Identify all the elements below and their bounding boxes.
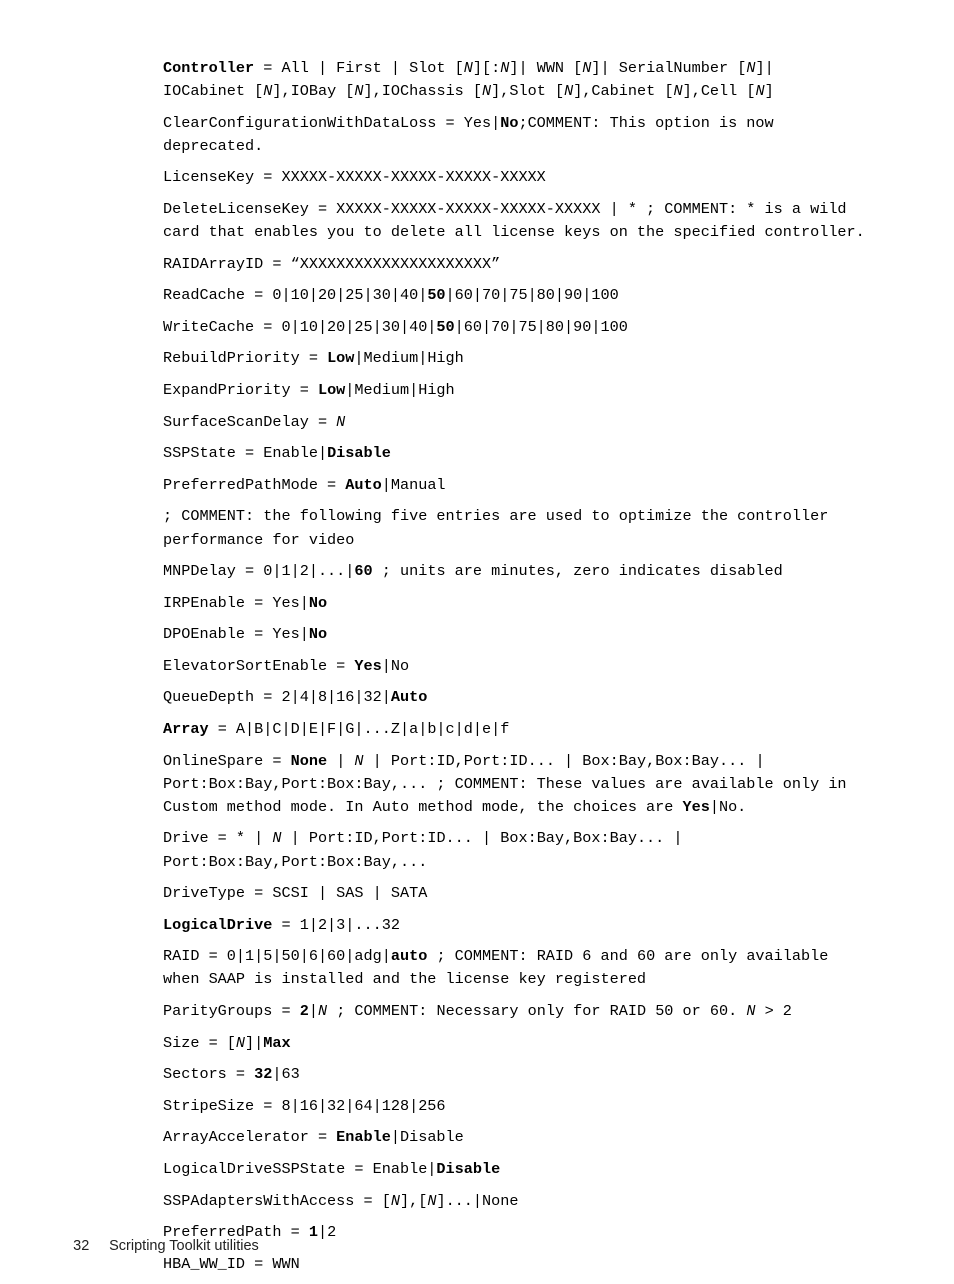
config-entry-parity-groups: ParityGroups = 2|N ; COMMENT: Necessary … [163, 1002, 792, 1020]
config-entry-logical-drive-ssp-state: LogicalDriveSSPState = Enable|Disable [163, 1159, 501, 1178]
config-entry-read-cache: ReadCache = 0|10|20|25|30|40|50|60|70|75… [163, 286, 619, 305]
config-entry-delete-license-key: DeleteLicenseKey = XXXXX-XXXXX-XXXXX-XXX… [163, 199, 865, 242]
config-entry-array-accelerator: ArrayAccelerator = Enable|Disable [163, 1128, 464, 1147]
config-entry-write-cache: WriteCache = 0|10|20|25|30|40|50|60|70|7… [163, 317, 628, 336]
config-entry-license-key: LicenseKey = XXXXX-XXXXX-XXXXX-XXXXX-XXX… [163, 168, 546, 187]
config-entry-stripe-size: StripeSize = 8|16|32|64|128|256 [163, 1096, 446, 1115]
config-entry-mnp-delay: MNPDelay = 0|1|2|...|60 ; units are minu… [163, 562, 783, 581]
config-entry-ssp-state: SSPState = Enable|Disable [163, 444, 391, 463]
config-entry-clear-configuration-with-data-loss: ClearConfigurationWithDataLoss = Yes|No;… [163, 113, 783, 155]
config-entry-raid-array-id: RAIDArrayID = “XXXXXXXXXXXXXXXXXXXXX” [163, 254, 501, 273]
config-entry-expand-priority: ExpandPriority = Low|Medium|High [163, 381, 455, 400]
config-entry-drive: Drive = * | N | Port:ID,Port:ID... | Box… [163, 829, 683, 871]
config-entry-raid: RAID = 0|1|5|50|6|60|adg|auto ; COMMENT:… [163, 947, 838, 989]
config-entry-logical-drive: LogicalDrive = 1|2|3|...32 [163, 915, 400, 934]
footer-section-title: Scripting Toolkit utilities [109, 1238, 259, 1254]
page-footer: 32 Scripting Toolkit utilities [57, 1222, 897, 1270]
config-entry-queue-depth: QueueDepth = 2|4|8|16|32|Auto [163, 688, 428, 707]
config-entry-dpo-enable: DPOEnable = Yes|No [163, 625, 328, 644]
config-entry-sectors: Sectors = 32|63 [163, 1065, 300, 1084]
config-entry-size: Size = [N]|Max [163, 1033, 291, 1052]
config-entry-ssp-adapters-with-access: SSPAdaptersWithAccess = [N],[N]...|None [163, 1191, 519, 1210]
document-page: Controller = All | First | Slot [N][:N]|… [0, 0, 954, 1273]
config-entry-array: Array = A|B|C|D|E|F|G|...Z|a|b|c|d|e|f [163, 720, 510, 739]
config-entry-irp-enable: IRPEnable = Yes|No [163, 593, 328, 612]
config-entry-drive-type: DriveType = SCSI | SAS | SATA [163, 884, 428, 903]
config-entry-surface-scan-delay: SurfaceScanDelay = N [163, 412, 346, 431]
config-entry-preferred-path-mode: PreferredPathMode = Auto|Manual [163, 475, 446, 494]
config-entry-controller: Controller = All | First | Slot [N][:N]|… [163, 59, 774, 101]
config-entry-elevator-sort-enable: ElevatorSortEnable = Yes|No [163, 656, 410, 675]
configuration-entry-list: Controller = All | First | Slot [N][:N]|… [163, 57, 871, 1284]
config-entry-rebuild-priority: RebuildPriority = Low|Medium|High [163, 349, 464, 368]
config-entry-online-spare: OnlineSpare = None | N | Port:ID,Port:ID… [163, 751, 856, 816]
config-entry-comment-video-optimize: ; COMMENT: the following five entries ar… [163, 507, 838, 549]
footer-page-number: 32 [73, 1238, 90, 1254]
